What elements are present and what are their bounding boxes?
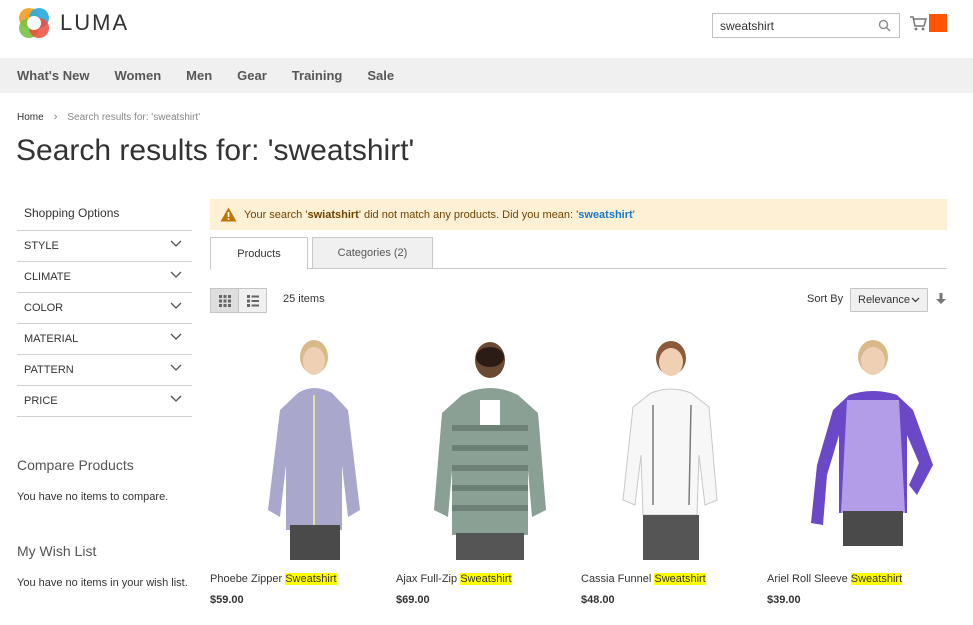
search-notice: Your search ' swiatshirt ' did not match a…: [210, 199, 947, 230]
search-highlight: Sweatshirt: [654, 573, 706, 585]
product-image[interactable]: [581, 335, 753, 560]
notice-prefix: Your search ': [244, 208, 308, 221]
product-name-link[interactable]: Phoebe Zipper Sweatshirt: [210, 573, 382, 585]
minicart[interactable]: [909, 14, 947, 32]
toolbar-amount: 25 items: [283, 293, 325, 305]
products-toolbar: 25 items Sort By Relevance: [210, 288, 947, 313]
filter-label: PRICE: [24, 395, 58, 407]
product-image[interactable]: [396, 335, 568, 560]
nav-gear[interactable]: Gear: [237, 68, 267, 83]
breadcrumb-separator: ›: [53, 111, 58, 123]
sort-direction-arrow-icon[interactable]: [936, 293, 946, 305]
site-header: LUMA: [0, 0, 973, 58]
product-price: $48.00: [581, 594, 615, 606]
product-name-text: Cassia Funnel: [581, 573, 655, 585]
warning-icon: [220, 207, 237, 222]
list-icon: [246, 294, 259, 307]
chevron-down-icon: [170, 302, 182, 309]
notice-term: swiatshirt: [307, 208, 359, 221]
breadcrumb-current: Search results for: 'sweatshirt': [67, 111, 201, 123]
tab-products[interactable]: Products: [210, 237, 308, 270]
search-tabs: Products Categories (2): [210, 237, 947, 270]
compare-products-heading: Compare Products: [17, 457, 134, 473]
nav-whats-new[interactable]: What's New: [17, 68, 89, 83]
search-input[interactable]: [713, 15, 873, 36]
product-name-text: Phoebe Zipper: [210, 573, 286, 585]
product-image[interactable]: [210, 335, 382, 560]
filter-style[interactable]: STYLE: [17, 231, 192, 262]
filter-color[interactable]: COLOR: [17, 293, 192, 324]
luma-logo[interactable]: LUMA: [17, 6, 129, 40]
search-highlight: Sweatshirt: [285, 573, 337, 585]
product-name-text: Ariel Roll Sleeve: [767, 573, 851, 585]
search-highlight: Sweatshirt: [460, 573, 512, 585]
filter-label: COLOR: [24, 302, 64, 314]
filter-label: STYLE: [24, 240, 59, 252]
product-item: Ariel Roll Sleeve Sweatshirt $39.00: [767, 335, 939, 606]
filter-label: PATTERN: [24, 364, 74, 376]
did-you-mean-link[interactable]: sweatshirt: [578, 209, 632, 221]
cart-counter-badge[interactable]: [929, 14, 947, 32]
product-price: $59.00: [210, 594, 244, 606]
breadcrumb: Home › Search results for: 'sweatshirt': [17, 111, 200, 123]
sort-value: Relevance: [858, 294, 910, 306]
filter-label: MATERIAL: [24, 333, 79, 345]
page-title: Search results for: 'sweatshirt': [16, 134, 415, 167]
luma-logo-icon: [19, 8, 49, 38]
product-name-link[interactable]: Ariel Roll Sleeve Sweatshirt: [767, 573, 939, 585]
sidebar: Shopping Options STYLE CLIMATE COLOR MAT…: [17, 200, 192, 417]
notice-suffix: ': [632, 208, 635, 221]
grid-view-button[interactable]: [210, 288, 239, 313]
main-navigation: What's New Women Men Gear Training Sale: [0, 58, 973, 93]
nav-women[interactable]: Women: [114, 68, 161, 83]
tab-categories[interactable]: Categories (2): [312, 237, 433, 269]
chevron-down-icon: [170, 240, 182, 247]
breadcrumb-home-link[interactable]: Home: [17, 112, 44, 123]
filter-label: CLIMATE: [24, 271, 71, 283]
product-name-link[interactable]: Cassia Funnel Sweatshirt: [581, 573, 753, 585]
sort-by-select[interactable]: Relevance: [850, 288, 928, 312]
chevron-down-icon: [911, 297, 920, 303]
product-price: $69.00: [396, 594, 430, 606]
notice-middle: ' did not match any products. Did you me…: [358, 208, 579, 221]
product-name-link[interactable]: Ajax Full-Zip Sweatshirt: [396, 573, 568, 585]
chevron-down-icon: [170, 395, 182, 402]
nav-training[interactable]: Training: [292, 68, 343, 83]
product-item: Phoebe Zipper Sweatshirt $59.00: [210, 335, 382, 606]
grid-icon: [218, 294, 231, 307]
product-price: $39.00: [767, 594, 801, 606]
filter-material[interactable]: MATERIAL: [17, 324, 192, 355]
filter-climate[interactable]: CLIMATE: [17, 262, 192, 293]
wishlist-heading: My Wish List: [17, 543, 97, 559]
compare-empty-text: You have no items to compare.: [17, 491, 169, 503]
nav-men[interactable]: Men: [186, 68, 212, 83]
list-view-button[interactable]: [238, 288, 267, 313]
product-item: Ajax Full-Zip Sweatshirt $69.00: [396, 335, 568, 606]
filter-price[interactable]: PRICE: [17, 386, 192, 417]
search-highlight: Sweatshirt: [850, 573, 903, 585]
product-name-text: Ajax Full-Zip: [396, 573, 461, 585]
chevron-down-icon: [170, 333, 182, 340]
filter-pattern[interactable]: PATTERN: [17, 355, 192, 386]
search-box: [712, 13, 900, 38]
sort-by-label: Sort By: [807, 293, 844, 305]
logo-text: LUMA: [60, 10, 130, 35]
product-image[interactable]: [767, 335, 939, 560]
nav-sale[interactable]: Sale: [367, 68, 394, 83]
cart-icon[interactable]: [909, 15, 927, 31]
chevron-down-icon: [170, 364, 182, 371]
search-icon[interactable]: [878, 19, 891, 32]
shopping-options-title: Shopping Options: [17, 200, 192, 231]
product-item: Cassia Funnel Sweatshirt $48.00: [581, 335, 753, 606]
chevron-down-icon: [170, 271, 182, 278]
wishlist-empty-text: You have no items in your wish list.: [17, 577, 188, 589]
